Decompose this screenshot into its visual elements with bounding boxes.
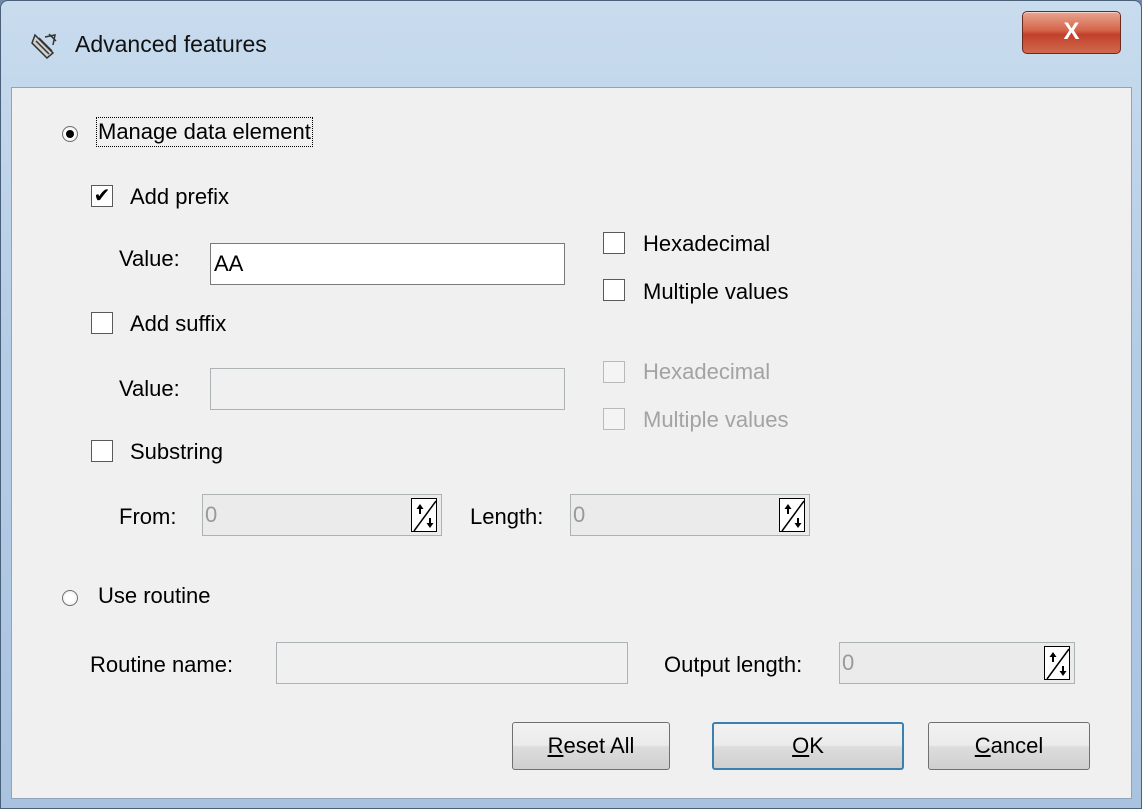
add-prefix-label[interactable]: Add prefix	[130, 184, 229, 210]
output-length-spinner[interactable]: 0	[839, 642, 1075, 684]
add-suffix-checkbox[interactable]	[91, 312, 113, 334]
from-value: 0	[205, 502, 218, 527]
spin-arrows-icon[interactable]	[411, 498, 437, 532]
ok-button[interactable]: OK	[712, 722, 904, 770]
dialog-window: Advanced features X Manage data element …	[0, 0, 1142, 809]
close-button[interactable]: X	[1022, 11, 1121, 54]
suffix-hexadecimal-label[interactable]: Hexadecimal	[643, 359, 770, 385]
satellite-dish-icon	[29, 31, 59, 61]
output-length-label: Output length:	[664, 652, 803, 677]
dialog-body: Manage data element ✔ Add prefix Value: …	[11, 87, 1132, 799]
cancel-label: ancel	[990, 733, 1044, 758]
radio-selected-dot	[66, 130, 74, 138]
cancel-mnemonic: C	[974, 733, 991, 758]
prefix-multiple-values-checkbox[interactable]	[603, 279, 625, 301]
output-length-value: 0	[842, 650, 855, 675]
add-prefix-checkbox[interactable]: ✔	[91, 185, 113, 207]
suffix-hexadecimal-checkbox[interactable]	[603, 361, 625, 383]
cancel-button[interactable]: Cancel	[928, 722, 1090, 770]
prefix-value-label: Value:	[119, 246, 180, 271]
length-value: 0	[573, 502, 586, 527]
substring-checkbox[interactable]	[91, 440, 113, 462]
check-mark-icon: ✔	[93, 185, 111, 207]
from-spinner[interactable]: 0	[202, 494, 442, 536]
routine-name-label: Routine name:	[90, 652, 234, 677]
use-routine-label[interactable]: Use routine	[98, 583, 211, 609]
prefix-multiple-values-label[interactable]: Multiple values	[643, 279, 789, 305]
from-label: From:	[119, 504, 177, 529]
manage-data-label[interactable]: Manage data element	[96, 117, 313, 147]
suffix-multiple-values-checkbox[interactable]	[603, 408, 625, 430]
length-spinner[interactable]: 0	[570, 494, 810, 536]
close-icon: X	[1063, 18, 1080, 45]
window-title: Advanced features	[75, 31, 267, 57]
prefix-hexadecimal-checkbox[interactable]	[603, 232, 625, 254]
spin-arrows-icon[interactable]	[1044, 646, 1070, 680]
substring-label[interactable]: Substring	[130, 439, 223, 465]
reset-all-button[interactable]: Reset All	[512, 722, 670, 770]
add-suffix-label[interactable]: Add suffix	[130, 311, 226, 337]
prefix-hexadecimal-label[interactable]: Hexadecimal	[643, 231, 770, 257]
suffix-value-input[interactable]	[210, 368, 565, 410]
ok-mnemonic: O	[792, 733, 810, 758]
spin-arrows-icon[interactable]	[779, 498, 805, 532]
length-label: Length:	[470, 504, 544, 529]
suffix-value-label: Value:	[119, 376, 180, 401]
routine-name-input[interactable]	[276, 642, 628, 684]
suffix-multiple-values-label[interactable]: Multiple values	[643, 407, 789, 433]
use-routine-radio[interactable]	[62, 590, 78, 606]
reset-mnemonic: R	[547, 733, 564, 758]
title-bar[interactable]: Advanced features X	[1, 1, 1141, 85]
ok-label: K	[809, 733, 824, 758]
prefix-value-input[interactable]: AA	[210, 243, 565, 285]
manage-data-radio[interactable]	[62, 126, 78, 142]
reset-label: eset All	[563, 733, 635, 758]
